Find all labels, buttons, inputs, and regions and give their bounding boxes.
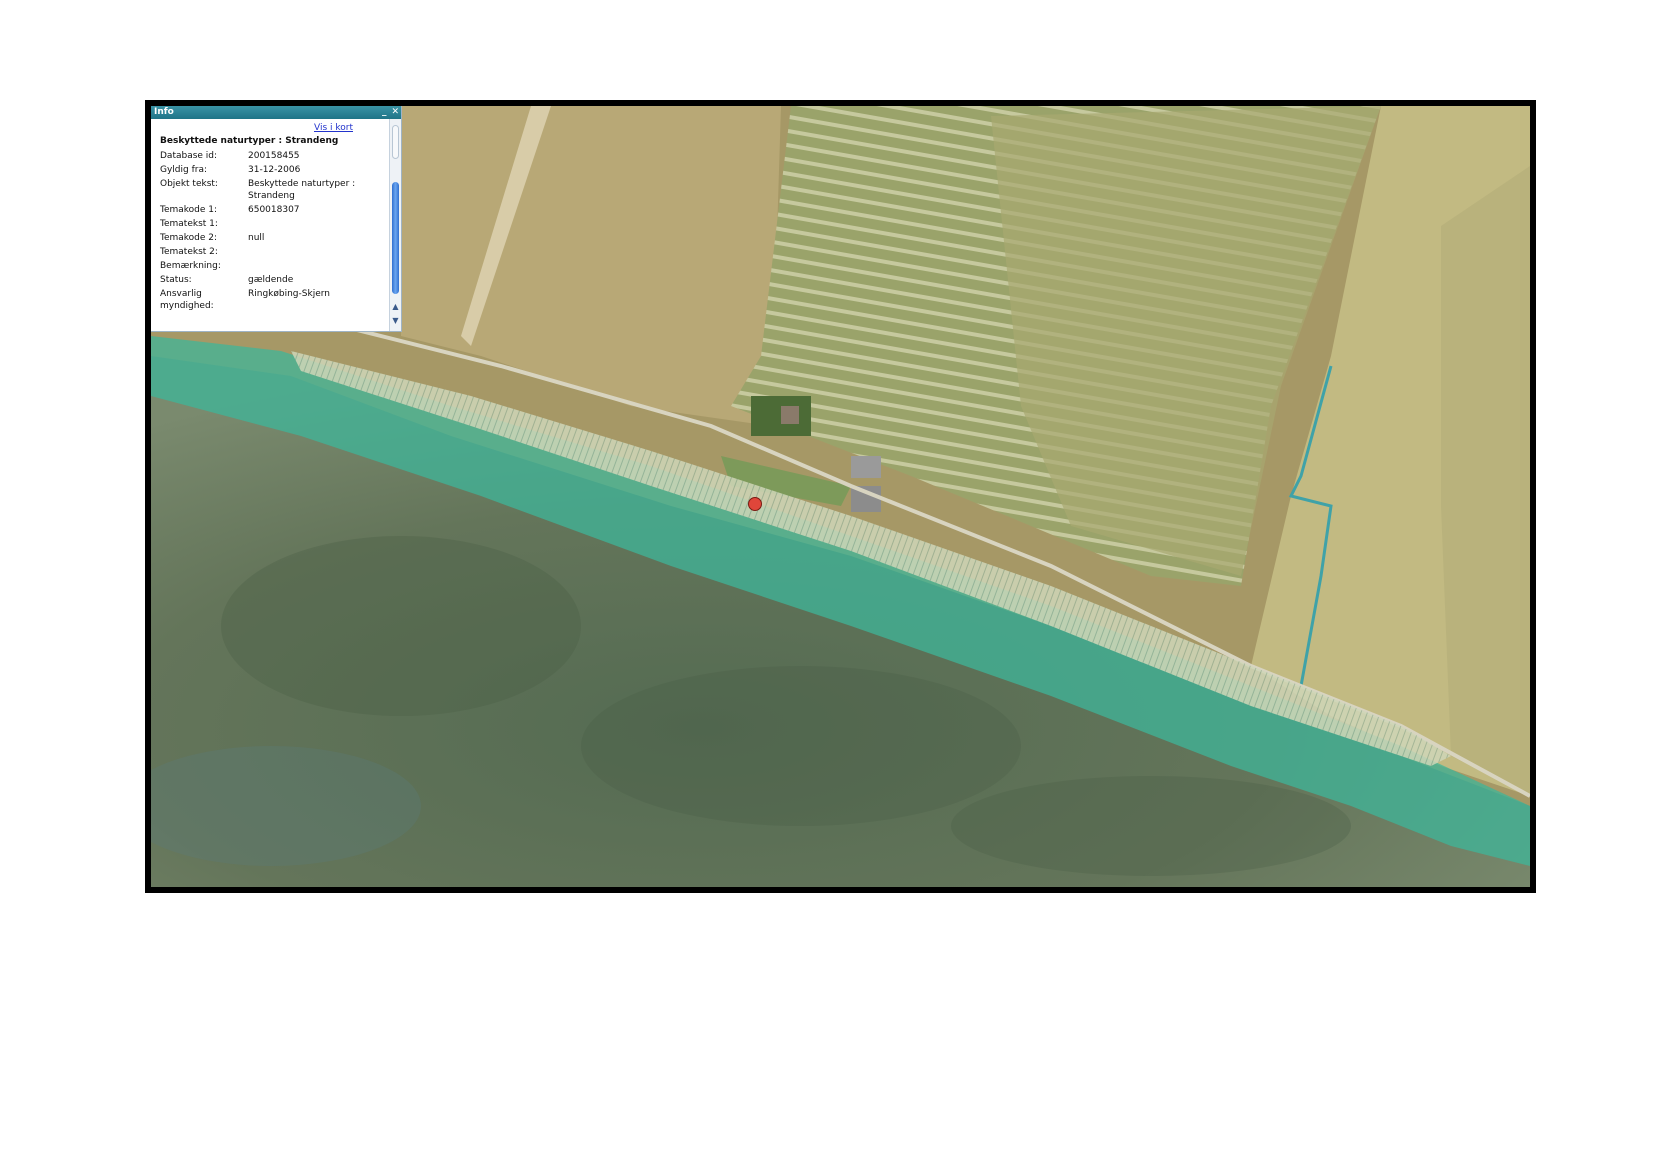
show-on-map-link[interactable]: Vis i kort xyxy=(160,123,383,136)
info-title: Info xyxy=(154,107,174,117)
info-value: 31-12-2006 xyxy=(248,165,301,175)
info-value: gældende xyxy=(248,275,294,285)
info-key: Database id: xyxy=(160,151,218,161)
map-view[interactable]: Info _ ✕ Vis i kort Beskyttede naturtype… xyxy=(145,100,1536,893)
info-row: Objekt tekst: Beskyttede naturtyper : St… xyxy=(160,178,383,202)
info-scrollbar[interactable]: ▲ ▼ xyxy=(389,119,401,331)
minimize-icon[interactable]: _ xyxy=(382,106,387,119)
info-value: null xyxy=(248,233,265,243)
info-key: Bemærkning: xyxy=(160,261,221,271)
info-key: Gyldig fra: xyxy=(160,165,208,175)
info-key: Temakode 2: xyxy=(160,233,218,243)
info-panel: Info _ ✕ Vis i kort Beskyttede naturtype… xyxy=(151,106,402,332)
info-key: Tematekst 1: xyxy=(160,219,218,229)
info-key: Objekt tekst: xyxy=(160,179,218,189)
info-row: Status: gældende xyxy=(160,274,383,286)
info-body: Vis i kort Beskyttede naturtyper : Stran… xyxy=(151,119,389,331)
info-value xyxy=(248,246,383,258)
window-buttons: _ ✕ xyxy=(382,106,399,119)
info-value xyxy=(248,218,383,230)
info-value: Beskyttede naturtyper : Strandeng xyxy=(248,179,356,201)
info-value: 200158455 xyxy=(248,151,300,161)
info-titlebar[interactable]: Info _ ✕ xyxy=(151,106,401,119)
info-value xyxy=(248,260,383,272)
info-value: 650018307 xyxy=(248,205,300,215)
info-row: Temakode 2: null xyxy=(160,232,383,244)
scroll-track-top xyxy=(392,125,399,159)
info-row: Ansvarlig myndighed: Ringkøbing-Skjern xyxy=(160,288,383,312)
scroll-thumb[interactable] xyxy=(392,182,399,294)
info-key: Ansvarlig myndighed: xyxy=(160,289,214,311)
scroll-down-icon[interactable]: ▼ xyxy=(391,316,400,325)
info-row: Tematekst 2: xyxy=(160,246,383,258)
info-key: Temakode 1: xyxy=(160,205,218,215)
info-key: Tematekst 2: xyxy=(160,247,218,257)
scroll-up-icon[interactable]: ▲ xyxy=(391,302,400,311)
close-icon[interactable]: ✕ xyxy=(391,106,399,119)
info-key: Status: xyxy=(160,275,192,285)
info-row: Tematekst 1: xyxy=(160,218,383,230)
info-row: Bemærkning: xyxy=(160,260,383,272)
info-row: Gyldig fra: 31-12-2006 xyxy=(160,164,383,176)
selected-location-marker[interactable] xyxy=(748,497,762,511)
info-row: Database id: 200158455 xyxy=(160,150,383,162)
info-value: Ringkøbing-Skjern xyxy=(248,289,330,299)
info-row: Temakode 1: 650018307 xyxy=(160,204,383,216)
info-heading: Beskyttede naturtyper : Strandeng xyxy=(160,136,339,146)
